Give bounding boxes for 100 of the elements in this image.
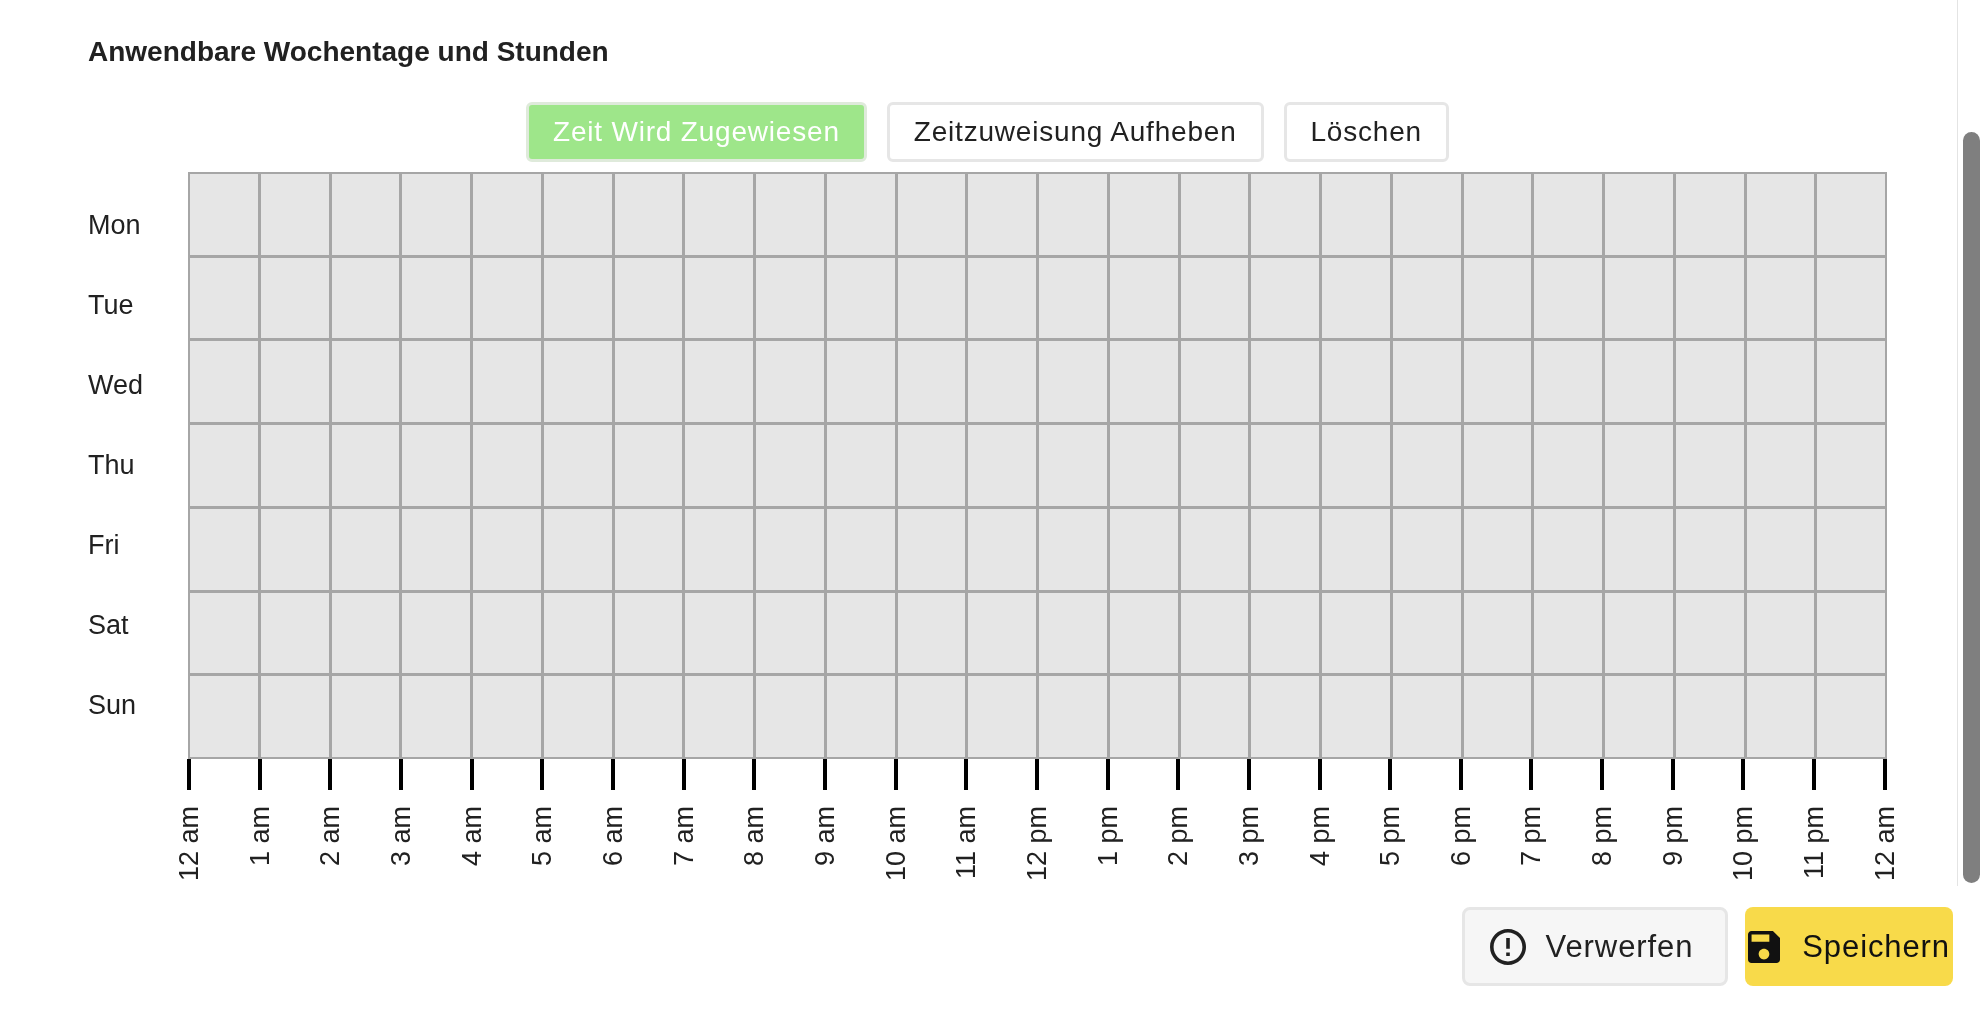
schedule-cell[interactable] bbox=[1817, 508, 1885, 590]
schedule-cell[interactable] bbox=[1180, 174, 1249, 255]
schedule-cell[interactable] bbox=[1817, 257, 1885, 339]
schedule-cell[interactable] bbox=[543, 592, 612, 674]
schedule-cell[interactable] bbox=[897, 508, 966, 590]
schedule-cell[interactable] bbox=[543, 174, 612, 255]
schedule-cell[interactable] bbox=[190, 425, 258, 506]
schedule-cell[interactable] bbox=[826, 425, 895, 506]
schedule-cell[interactable] bbox=[756, 425, 824, 506]
schedule-cell[interactable] bbox=[1675, 341, 1744, 423]
schedule-cell[interactable] bbox=[1251, 341, 1319, 423]
schedule-cell[interactable] bbox=[1675, 174, 1744, 255]
schedule-cell[interactable] bbox=[402, 676, 470, 757]
schedule-cell[interactable] bbox=[897, 174, 966, 255]
schedule-cell[interactable] bbox=[968, 508, 1036, 590]
schedule-cell[interactable] bbox=[1109, 676, 1178, 757]
schedule-cell[interactable] bbox=[1817, 676, 1885, 757]
schedule-cell[interactable] bbox=[756, 341, 824, 423]
schedule-cell[interactable] bbox=[1605, 341, 1673, 423]
schedule-cell[interactable] bbox=[1180, 592, 1249, 674]
schedule-cell[interactable] bbox=[826, 508, 895, 590]
schedule-cell[interactable] bbox=[473, 676, 541, 757]
schedule-cell[interactable] bbox=[1180, 425, 1249, 506]
schedule-cell[interactable] bbox=[1534, 676, 1602, 757]
schedule-cell[interactable] bbox=[1109, 341, 1178, 423]
schedule-cell[interactable] bbox=[1746, 341, 1815, 423]
schedule-cell[interactable] bbox=[756, 676, 824, 757]
schedule-cell[interactable] bbox=[1109, 425, 1178, 506]
schedule-cell[interactable] bbox=[1675, 257, 1744, 339]
schedule-cell[interactable] bbox=[543, 425, 612, 506]
schedule-cell[interactable] bbox=[1109, 592, 1178, 674]
schedule-cell[interactable] bbox=[826, 174, 895, 255]
schedule-cell[interactable] bbox=[190, 341, 258, 423]
schedule-cell[interactable] bbox=[473, 508, 541, 590]
schedule-cell[interactable] bbox=[1534, 174, 1602, 255]
schedule-cell[interactable] bbox=[1534, 425, 1602, 506]
schedule-cell[interactable] bbox=[331, 508, 400, 590]
schedule-cell[interactable] bbox=[1675, 425, 1744, 506]
schedule-cell[interactable] bbox=[1817, 174, 1885, 255]
schedule-cell[interactable] bbox=[260, 425, 329, 506]
schedule-cell[interactable] bbox=[260, 257, 329, 339]
scrollbar[interactable] bbox=[1957, 0, 1980, 886]
schedule-cell[interactable] bbox=[1605, 257, 1673, 339]
schedule-cell[interactable] bbox=[1746, 425, 1815, 506]
schedule-cell[interactable] bbox=[1322, 676, 1390, 757]
schedule-cell[interactable] bbox=[1322, 341, 1390, 423]
schedule-cell[interactable] bbox=[968, 257, 1036, 339]
schedule-cell[interactable] bbox=[190, 174, 258, 255]
schedule-cell[interactable] bbox=[331, 174, 400, 255]
schedule-cell[interactable] bbox=[1675, 508, 1744, 590]
schedule-cell[interactable] bbox=[1109, 174, 1178, 255]
schedule-cell[interactable] bbox=[1463, 508, 1532, 590]
schedule-cell[interactable] bbox=[1605, 592, 1673, 674]
schedule-cell[interactable] bbox=[1675, 592, 1744, 674]
schedule-cell[interactable] bbox=[897, 257, 966, 339]
schedule-cell[interactable] bbox=[826, 341, 895, 423]
schedule-cell[interactable] bbox=[685, 257, 753, 339]
schedule-cell[interactable] bbox=[1746, 508, 1815, 590]
schedule-cell[interactable] bbox=[1180, 508, 1249, 590]
schedule-cell[interactable] bbox=[402, 174, 470, 255]
schedule-cell[interactable] bbox=[1392, 592, 1461, 674]
schedule-cell[interactable] bbox=[1039, 425, 1107, 506]
schedule-cell[interactable] bbox=[1251, 676, 1319, 757]
schedule-cell[interactable] bbox=[331, 341, 400, 423]
schedule-cell[interactable] bbox=[826, 592, 895, 674]
schedule-cell[interactable] bbox=[1180, 341, 1249, 423]
schedule-cell[interactable] bbox=[826, 676, 895, 757]
schedule-cell[interactable] bbox=[331, 425, 400, 506]
schedule-cell[interactable] bbox=[402, 425, 470, 506]
schedule-cell[interactable] bbox=[1675, 676, 1744, 757]
schedule-cell[interactable] bbox=[331, 676, 400, 757]
schedule-cell[interactable] bbox=[260, 341, 329, 423]
schedule-cell[interactable] bbox=[190, 508, 258, 590]
schedule-cell[interactable] bbox=[260, 508, 329, 590]
schedule-cell[interactable] bbox=[614, 592, 683, 674]
schedule-cell[interactable] bbox=[473, 341, 541, 423]
schedule-cell[interactable] bbox=[1605, 425, 1673, 506]
schedule-cell[interactable] bbox=[1039, 257, 1107, 339]
schedule-cell[interactable] bbox=[1463, 257, 1532, 339]
schedule-cell[interactable] bbox=[1534, 341, 1602, 423]
schedule-cell[interactable] bbox=[897, 592, 966, 674]
schedule-cell[interactable] bbox=[1392, 257, 1461, 339]
schedule-cell[interactable] bbox=[897, 676, 966, 757]
schedule-cell[interactable] bbox=[614, 676, 683, 757]
schedule-cell[interactable] bbox=[402, 257, 470, 339]
schedule-cell[interactable] bbox=[1322, 425, 1390, 506]
schedule-cell[interactable] bbox=[260, 676, 329, 757]
schedule-cell[interactable] bbox=[260, 592, 329, 674]
schedule-cell[interactable] bbox=[756, 174, 824, 255]
schedule-cell[interactable] bbox=[614, 341, 683, 423]
schedule-cell[interactable] bbox=[331, 257, 400, 339]
schedule-cell[interactable] bbox=[190, 257, 258, 339]
schedule-cell[interactable] bbox=[1392, 341, 1461, 423]
schedule-cell[interactable] bbox=[1180, 676, 1249, 757]
schedule-cell[interactable] bbox=[756, 592, 824, 674]
schedule-cell[interactable] bbox=[968, 676, 1036, 757]
schedule-cell[interactable] bbox=[756, 508, 824, 590]
schedule-cell[interactable] bbox=[1605, 676, 1673, 757]
schedule-cell[interactable] bbox=[473, 174, 541, 255]
schedule-cell[interactable] bbox=[190, 676, 258, 757]
